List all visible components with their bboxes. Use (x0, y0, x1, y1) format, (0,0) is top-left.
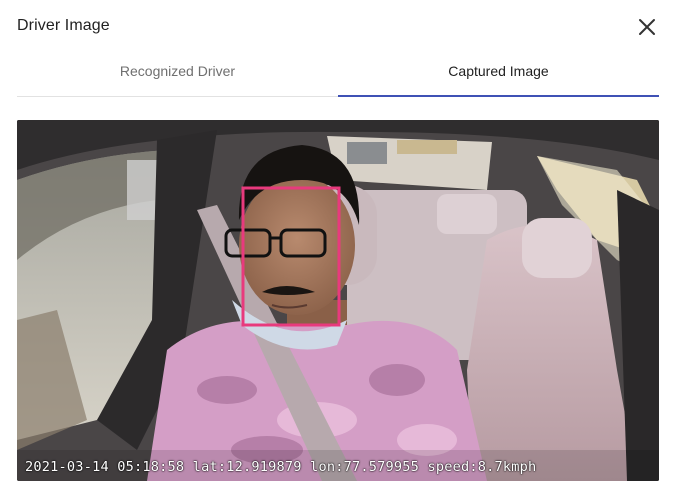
driver-image-dialog: Driver Image Recognized Driver Captured … (0, 0, 674, 492)
tab-captured-image[interactable]: Captured Image (338, 56, 659, 97)
close-button[interactable] (636, 16, 658, 38)
close-icon (639, 19, 655, 35)
capture-metadata-overlay: 2021-03-14 05:18:58 lat:12.919879 lon:77… (25, 459, 537, 475)
tab-recognized-driver[interactable]: Recognized Driver (17, 56, 338, 96)
dialog-title: Driver Image (17, 17, 110, 34)
captured-image: 2021-03-14 05:18:58 lat:12.919879 lon:77… (17, 120, 659, 481)
cabin-photo (17, 120, 659, 481)
dialog-header: Driver Image (0, 0, 674, 56)
tab-bar: Recognized Driver Captured Image (17, 56, 659, 97)
